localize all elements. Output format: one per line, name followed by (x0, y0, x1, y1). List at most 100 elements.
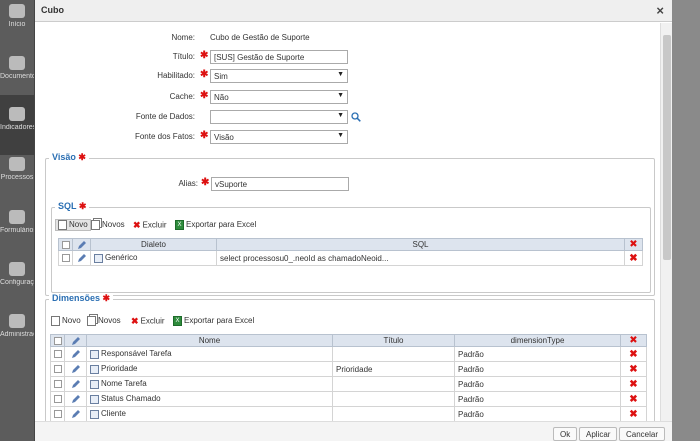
record-icon (90, 364, 99, 374)
delete-row-icon[interactable]: ✖ (620, 376, 647, 392)
admin-icon (9, 314, 25, 328)
sql-exportar-button[interactable]: X Exportar para Excel (175, 220, 256, 230)
alias-input[interactable]: vSuporte (211, 177, 349, 191)
sidebar-item-formularios[interactable]: Formulários (0, 198, 34, 258)
row-checkbox[interactable] (50, 406, 65, 421)
edit-column-header (72, 238, 91, 251)
required-icon: ✱ (201, 177, 210, 188)
button-label: Excluir (140, 316, 165, 326)
row-checkbox[interactable] (50, 346, 65, 362)
table-row[interactable]: Status Chamado Padrão ✖ (50, 391, 647, 407)
delete-row-icon[interactable]: ✖ (620, 361, 647, 377)
row-checkbox[interactable] (50, 361, 65, 377)
sql-table: Dialeto SQL ✖ Genérico select processosu… (58, 238, 643, 266)
dimensoes-fieldset: Dimensões ✱ Novo Novos ✖ Excluir X Exporta… (45, 293, 655, 421)
required-icon: ✱ (102, 293, 111, 303)
required-icon: ✱ (200, 130, 209, 141)
close-icon[interactable]: × (656, 3, 664, 18)
table-row[interactable]: Nome Tarefa Padrão ✖ (50, 376, 647, 392)
dim-novos-button[interactable]: Novos (87, 316, 121, 326)
visao-fieldset: Visão ✱ Alias: ✱ vSuporte SQL ✱ Novo Nov… (45, 152, 655, 296)
habilitado-select[interactable]: Sim ▼ (210, 69, 348, 83)
select-all-checkbox[interactable] (50, 334, 65, 347)
habilitado-value: Sim (214, 72, 228, 81)
aplicar-button[interactable]: Aplicar (579, 427, 618, 441)
delete-row-icon[interactable]: ✖ (620, 406, 647, 421)
pencil-icon (71, 395, 80, 403)
column-header-dialeto[interactable]: Dialeto (90, 238, 217, 251)
dim-exportar-button[interactable]: X Exportar para Excel (173, 316, 254, 326)
dim-novo-button[interactable]: Novo (51, 316, 81, 326)
record-icon (94, 253, 103, 263)
scrollbar-thumb[interactable] (663, 35, 671, 260)
cell-dialeto: Genérico (90, 250, 217, 266)
sql-toolbar: Novo Novos ✖ Excluir X Exportar para Excel (55, 219, 555, 234)
ok-button[interactable]: Ok (553, 427, 578, 441)
delete-all-icon[interactable]: ✖ (624, 238, 643, 251)
chevron-down-icon: ▼ (337, 92, 344, 99)
cancelar-button[interactable]: Cancelar (619, 427, 666, 441)
edit-row-button[interactable] (64, 406, 87, 421)
sql-novo-button[interactable]: Novo (55, 219, 91, 231)
table-row[interactable]: Responsável Tarefa Padrão ✖ (50, 346, 647, 362)
required-icon: ✱ (200, 69, 209, 80)
cache-label: Cache: (169, 92, 195, 101)
column-header-sql[interactable]: SQL (216, 238, 625, 251)
table-row[interactable]: Genérico select processosu0_.neoId as ch… (58, 250, 643, 266)
pie-chart-icon (9, 107, 25, 121)
column-header-nome[interactable]: Nome (86, 334, 333, 347)
excel-icon: X (173, 316, 182, 326)
sql-novos-button[interactable]: Novos (91, 220, 125, 230)
column-header-dimensiontype[interactable]: dimensionType (454, 334, 621, 347)
table-row[interactable]: Cliente Padrão ✖ (50, 406, 647, 421)
new-document-icon (51, 316, 60, 326)
edit-row-button[interactable] (64, 361, 87, 377)
delete-row-icon[interactable]: ✖ (620, 391, 647, 407)
dimensoes-legend: Dimensões ✱ (49, 293, 114, 304)
field-fonte-dados: Fonte de Dados: ▼ (35, 110, 655, 124)
edit-row-button[interactable] (64, 346, 87, 362)
dialog-scrollbar[interactable] (660, 23, 672, 421)
row-checkbox[interactable] (58, 250, 73, 266)
fonte-fatos-select[interactable]: Visão ▼ (210, 130, 348, 144)
delete-row-icon[interactable]: ✖ (624, 250, 643, 266)
fonte-fatos-value: Visão (214, 133, 234, 142)
table-row[interactable]: Prioridade Prioridade Padrão ✖ (50, 361, 647, 377)
row-checkbox[interactable] (50, 391, 65, 407)
delete-row-icon[interactable]: ✖ (620, 346, 647, 362)
cache-value: Não (214, 93, 229, 102)
cell-nome: Responsável Tarefa (86, 346, 333, 362)
cell-text: Prioridade (101, 364, 138, 374)
delete-all-icon[interactable]: ✖ (620, 334, 647, 347)
sidebar-item-label: Documentos (0, 73, 34, 80)
cell-nome: Cliente (86, 406, 333, 421)
required-icon: ✱ (78, 201, 87, 211)
record-icon (90, 349, 99, 359)
edit-row-button[interactable] (64, 376, 87, 392)
pencil-icon (71, 365, 80, 373)
column-header-titulo[interactable]: Título (332, 334, 455, 347)
fonte-dados-select[interactable]: ▼ (210, 110, 348, 124)
edit-row-button[interactable] (72, 250, 91, 266)
cell-text: Nome Tarefa (101, 379, 147, 389)
sidebar-item-configuracoes[interactable]: Configurações (0, 250, 34, 310)
edit-row-button[interactable] (64, 391, 87, 407)
cubo-dialog: Cubo × Nome: Cubo de Gestão de Suporte T… (34, 0, 672, 441)
select-all-checkbox[interactable] (58, 238, 73, 251)
sql-excluir-button[interactable]: ✖ Excluir (133, 220, 167, 231)
cell-text: Status Chamado (101, 394, 161, 404)
pencil-icon (71, 410, 80, 418)
row-checkbox[interactable] (50, 376, 65, 392)
visao-legend: Visão ✱ (49, 152, 89, 163)
cache-select[interactable]: Não ▼ (210, 90, 348, 104)
process-icon (9, 157, 25, 171)
cell-text: Genérico (105, 253, 138, 263)
dim-excluir-button[interactable]: ✖ Excluir (131, 316, 165, 327)
cell-nome: Nome Tarefa (86, 376, 333, 392)
gears-icon (9, 262, 25, 276)
sidebar-item-processos[interactable]: Processos (0, 145, 34, 205)
cell-type: Padrão (454, 406, 621, 421)
titulo-input[interactable]: [SUS] Gestão de Suporte (210, 50, 348, 64)
sidebar-item-administracao[interactable]: Administração (0, 302, 34, 362)
search-icon[interactable] (351, 112, 361, 122)
